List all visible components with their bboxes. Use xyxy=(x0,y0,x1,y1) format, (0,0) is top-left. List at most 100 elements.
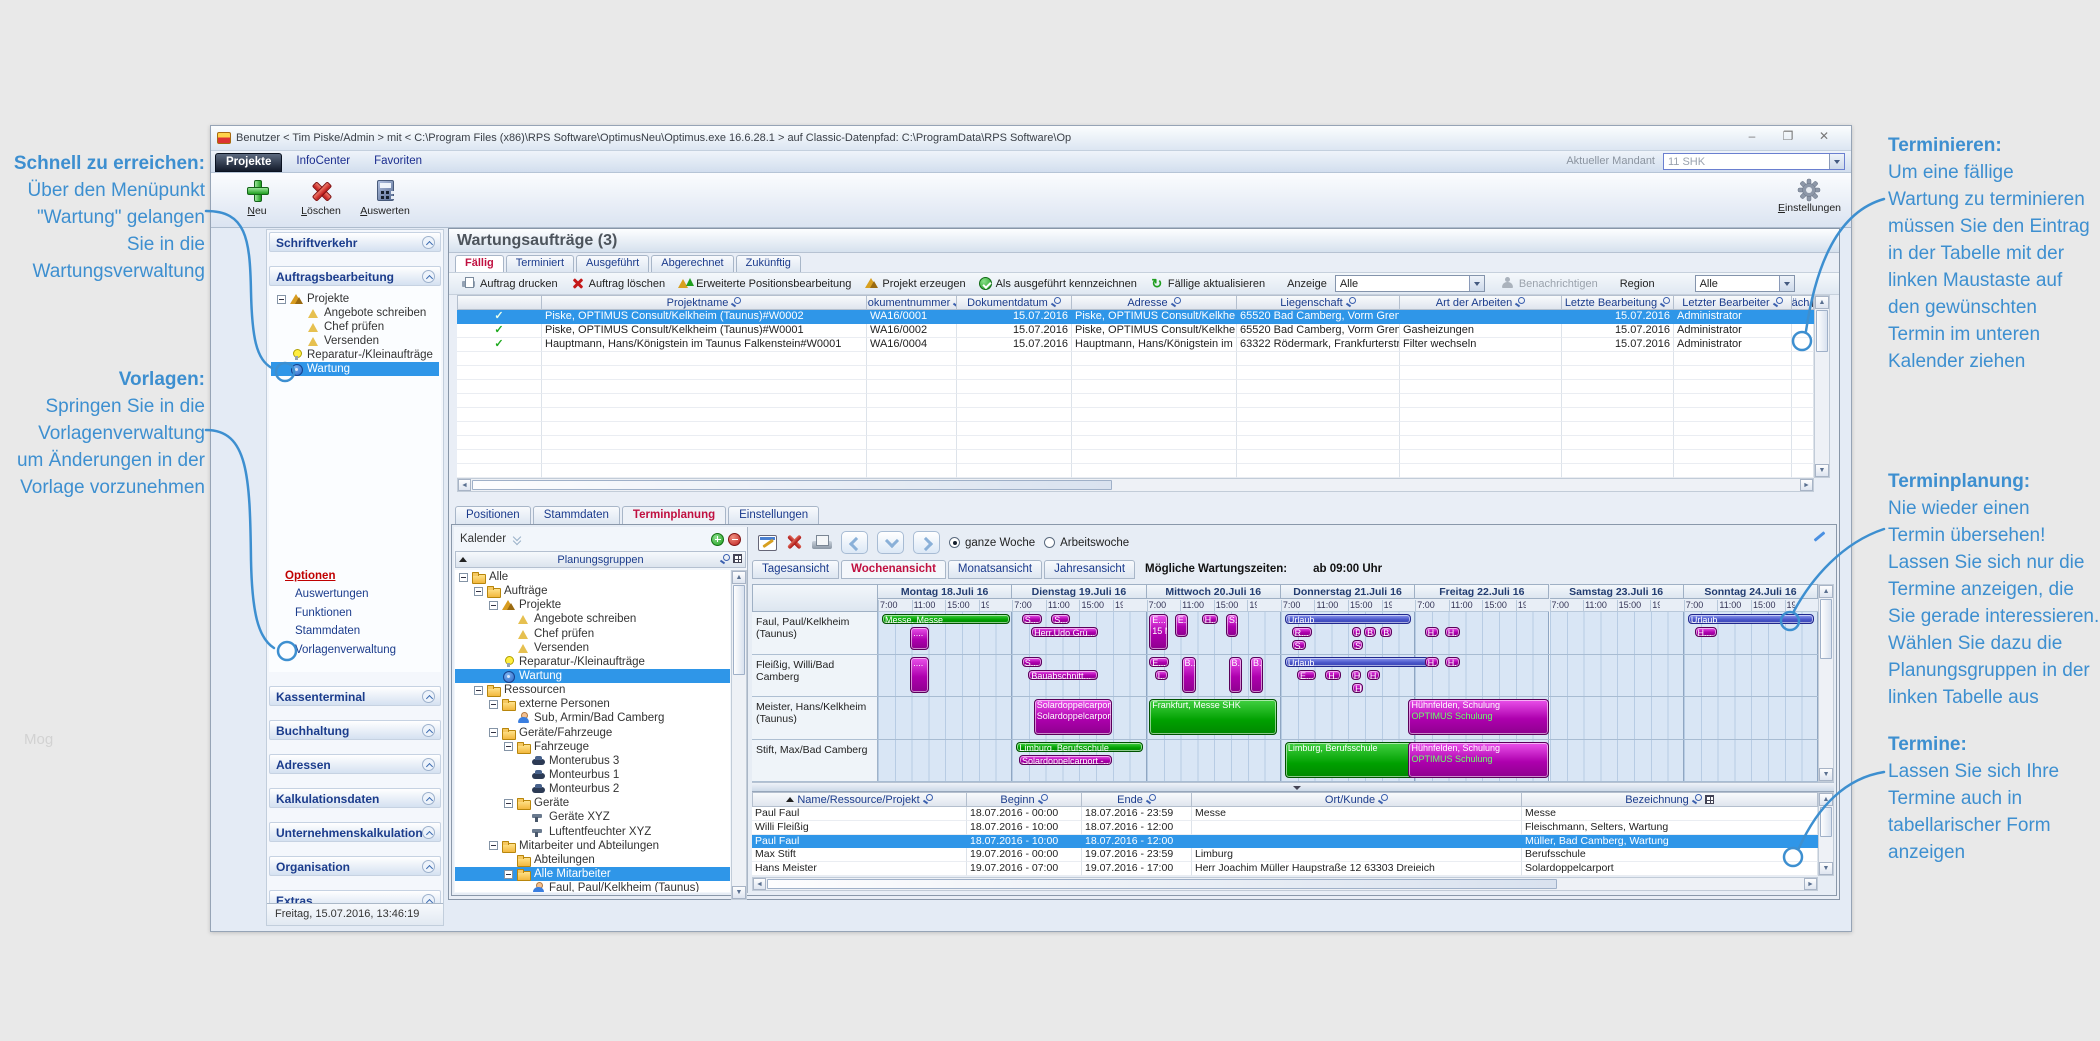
calendar-event-s[interactable]: S... xyxy=(1021,614,1042,624)
sidebar-section-kassenterminal[interactable]: Kassenterminal xyxy=(269,686,441,706)
anzeige-select[interactable]: Alle xyxy=(1334,275,1485,292)
option-link-funktionen[interactable]: Funktionen xyxy=(295,607,396,619)
sidebar-section-unternehmenskalkulation[interactable]: Unternehmenskalkulation xyxy=(269,822,441,842)
scroll-thumb[interactable] xyxy=(1820,807,1832,837)
calendar-event-s[interactable]: S.. xyxy=(1291,640,1307,650)
sidebar-tree-item-projekte[interactable]: Projekte xyxy=(271,292,439,306)
chevron-up-icon[interactable] xyxy=(422,860,435,873)
radio-ganze-woche[interactable] xyxy=(949,537,960,548)
calendar-event-frankfurt-messe-shk[interactable]: Frankfurt, Messe SHK xyxy=(1149,699,1277,735)
column-header-letzte-bearbeitung[interactable]: Letzte Bearbeitung xyxy=(1562,295,1674,310)
calendar-event-s[interactable]: S... xyxy=(1051,614,1071,624)
delete-button[interactable]: Löschen xyxy=(289,178,353,217)
events-column-header-beginn[interactable]: Beginn xyxy=(967,792,1082,807)
group-tree-item-luftentfeuchter-xyz[interactable]: Luftentfeuchter XYZ xyxy=(455,825,730,839)
column-header-letzter-bearbeiter[interactable]: Letzter Bearbeiter xyxy=(1674,295,1792,310)
calendar-event-herr-udo-grü[interactable]: Herr,Udo Grü... xyxy=(1031,627,1099,637)
scroll-down-icon[interactable]: ▼ xyxy=(1815,464,1829,477)
events-column-header-ort-kunde[interactable]: Ort/Kunde xyxy=(1192,792,1522,807)
expander-icon[interactable] xyxy=(489,728,498,738)
group-tree-item-geräte-fahrzeuge[interactable]: Geräte/Fahrzeuge xyxy=(455,726,730,740)
scroll-right-icon[interactable]: ► xyxy=(1804,878,1817,890)
filter-tab-abgerechnet[interactable]: Abgerechnet xyxy=(651,255,734,272)
scroll-thumb[interactable] xyxy=(1816,310,1828,352)
filter-tab-fällig[interactable]: Fällig xyxy=(455,255,504,272)
group-tree-item-alle-mitarbeiter[interactable]: Alle Mitarbeiter xyxy=(455,866,730,882)
new-button[interactable]: Neu xyxy=(225,178,289,217)
group-tree-item-externe-personen[interactable]: externe Personen xyxy=(455,697,730,712)
tab-stammdaten[interactable]: Stammdaten xyxy=(532,506,620,524)
chevron-up-icon[interactable] xyxy=(422,792,435,805)
edit-icon[interactable] xyxy=(1813,531,1826,542)
column-header-art-der-arbeiten[interactable]: Art der Arbeiten xyxy=(1400,295,1562,310)
calendar-event-h[interactable]: H xyxy=(1352,682,1363,693)
menu-tab-projekte[interactable]: Projekte xyxy=(215,153,283,172)
filter-tab-zukünftig[interactable]: Zukünftig xyxy=(735,255,801,272)
expander-icon[interactable] xyxy=(489,699,498,709)
calendar-vscrollbar[interactable]: ▲ ▼ xyxy=(1818,584,1835,782)
search-icon[interactable] xyxy=(1346,297,1356,308)
column-header-adresse[interactable]: Adresse xyxy=(1072,295,1237,310)
search-icon[interactable] xyxy=(1515,297,1526,308)
view-tab-jahresansicht[interactable]: Jahresansicht xyxy=(1044,560,1136,579)
scroll-up-icon[interactable]: ▲ xyxy=(732,571,746,584)
collapse-icon[interactable] xyxy=(512,534,522,544)
group-tree-item-abteilungen[interactable]: Abteilungen xyxy=(455,853,730,867)
sidebar-section-adressen[interactable]: Adressen xyxy=(269,754,441,774)
settings-button[interactable]: Einstellungen xyxy=(1778,178,1841,214)
action-projekt-erzeugen[interactable]: Projekt erzeugen xyxy=(864,277,966,290)
view-tab-wochenansicht[interactable]: Wochenansicht xyxy=(841,560,946,579)
remove-icon[interactable] xyxy=(728,532,741,546)
menu-tab-infocenter[interactable]: InfoCenter xyxy=(286,153,360,172)
event-table-row[interactable]: Paul Faul 18.07.2016 - 00:00 18.07.2016 - … xyxy=(752,807,1818,821)
scroll-left-icon[interactable]: ◄ xyxy=(458,479,471,491)
scroll-up-icon[interactable]: ▲ xyxy=(1819,793,1833,806)
action-als-ausgeführt-kennzeichnen[interactable]: Als ausgeführt kennzeichnen xyxy=(978,277,1137,290)
calendar-event-solardoppelcarport[interactable]: Solardoppelcarport -...Solardoppelcarpor… xyxy=(1033,699,1112,735)
search-icon[interactable] xyxy=(1051,297,1061,308)
action-auftrag-löschen[interactable]: Auftrag löschen xyxy=(571,277,665,290)
tab-positionen[interactable]: Positionen xyxy=(455,506,531,524)
search-icon[interactable] xyxy=(1660,297,1671,308)
group-tree-item-ressourcen[interactable]: Ressourcen xyxy=(455,683,730,698)
sidebar-section-organisation[interactable]: Organisation xyxy=(269,856,441,876)
table-row-empty[interactable] xyxy=(457,422,1814,436)
maximize-icon[interactable]: ❐ xyxy=(1781,129,1795,143)
event-table-row[interactable]: Willi Fleißig 18.07.2016 - 10:00 18.07.201… xyxy=(752,820,1818,835)
group-tree-item-projekte[interactable]: Projekte xyxy=(455,598,730,612)
calendar-event-b[interactable]: B. xyxy=(1380,627,1393,637)
filter-grid-icon[interactable] xyxy=(1704,795,1714,804)
column-header-liegenschaft[interactable]: Liegenschaft xyxy=(1237,295,1400,310)
radio-arbeitswoche[interactable] xyxy=(1044,537,1056,548)
column-header-dokumentnummer[interactable]: Dokumentnummer xyxy=(867,295,957,310)
calendar-event-h[interactable]: H xyxy=(1350,669,1362,680)
main-table-vscrollbar[interactable]: ▲ ▼ xyxy=(1814,295,1830,478)
group-tree-item-fahrzeuge[interactable]: Fahrzeuge xyxy=(455,740,730,754)
scroll-thumb[interactable] xyxy=(767,879,1557,889)
group-tree-item-geräte[interactable]: Geräte xyxy=(455,796,730,811)
calendar-event-messe-messe[interactable]: Messe, Messe xyxy=(882,614,1010,624)
minimize-icon[interactable]: – xyxy=(1745,129,1759,143)
calendar-event-h[interactable]: H.. xyxy=(1201,614,1218,624)
events-column-header-name-ressource-projekt[interactable]: Name/Ressource/Projekt xyxy=(752,792,967,807)
group-tree-item-aufträge[interactable]: Aufträge xyxy=(455,584,730,599)
sidebar-section-auftragsbearbeitung[interactable]: Auftragsbearbeitung xyxy=(269,266,441,286)
expander-icon[interactable] xyxy=(489,600,498,610)
view-tab-tagesansicht[interactable]: Tagesansicht xyxy=(752,560,840,579)
prev-week-button[interactable] xyxy=(841,531,868,554)
group-tree-item-geräte-xyz[interactable]: Geräte XYZ xyxy=(455,810,730,824)
table-row-empty[interactable] xyxy=(457,380,1814,394)
expander-icon[interactable] xyxy=(504,869,513,879)
table-row-empty[interactable] xyxy=(457,464,1814,478)
day-column-7[interactable] xyxy=(1683,612,1819,782)
calendar-event-b[interactable]: B. xyxy=(1364,627,1377,637)
benachrichtigen-button[interactable]: Benachrichtigen xyxy=(1501,277,1598,290)
expander-icon[interactable] xyxy=(504,798,513,808)
sidebar-tree-item-angebote-schreiben[interactable]: Angebote schreiben xyxy=(271,306,439,320)
scroll-thumb[interactable] xyxy=(1820,599,1833,659)
calendar-event-h[interactable]: H... xyxy=(1694,627,1718,637)
table-row[interactable]: ✓ Piske, OPTIMUS Consult/Kelkheim (Taunus… xyxy=(457,310,1814,324)
group-tree-item-monteurbus-2[interactable]: Monteurbus 2 xyxy=(455,782,730,796)
scroll-thumb[interactable] xyxy=(733,585,745,675)
tree-vscrollbar[interactable]: ▲ ▼ xyxy=(731,570,747,900)
